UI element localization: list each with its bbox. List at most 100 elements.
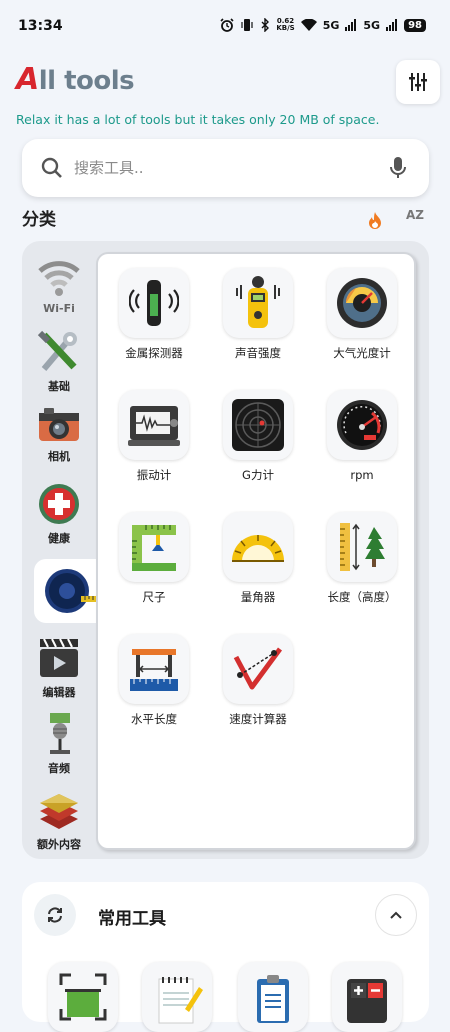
sidebar-item-label: 相机 <box>48 450 70 463</box>
tool-g-force[interactable]: G力计 <box>208 390 308 482</box>
sliders-icon <box>409 73 427 91</box>
tool-light-meter[interactable]: 大气光度计 <box>312 268 412 360</box>
tool-icon-box <box>119 634 189 704</box>
sidebar-item-label: Wi-Fi <box>43 302 75 315</box>
search-bar[interactable] <box>22 139 429 197</box>
app-title-logo-letter: A <box>16 62 39 97</box>
status-icons: 0.62 KB/S 5G 5G 98 <box>220 18 426 32</box>
speed-calculator-icon <box>233 647 283 690</box>
filter-settings-button[interactable] <box>396 60 440 104</box>
notepad-icon <box>158 977 203 1024</box>
g-force-radar-icon <box>232 399 284 451</box>
tool-label: 速度计算器 <box>229 712 287 726</box>
tool-metal-detector[interactable]: 金属探测器 <box>104 268 204 360</box>
tool-label: 量角器 <box>240 590 276 604</box>
tool-icon-box <box>119 268 189 338</box>
ruler-icon <box>132 525 176 571</box>
sound-meter-icon <box>236 276 280 328</box>
app-subtitle: Relax it has a lot of tools but it takes… <box>16 112 380 127</box>
fire-icon <box>369 212 381 229</box>
tools-icon <box>37 330 77 371</box>
clipboard-icon <box>257 975 289 1023</box>
wifi-icon <box>38 261 80 296</box>
refresh-icon <box>48 907 62 923</box>
sidebar-item-audio[interactable]: 音频 <box>22 711 96 785</box>
app-title-text: ll tools <box>38 66 135 96</box>
height-tree-icon <box>340 523 385 571</box>
tool-icon-box <box>327 268 397 338</box>
signal-bars-icon <box>386 19 398 31</box>
frequent-tool-clipboard[interactable] <box>238 962 308 1032</box>
seismograph-icon <box>128 406 180 446</box>
chevron-up-icon <box>390 911 402 919</box>
calculator-icon <box>347 979 387 1023</box>
tool-icon-box <box>223 390 293 460</box>
signal-5g-2: 5G <box>363 18 381 32</box>
sidebar-item-extras[interactable]: 额外内容 <box>22 787 96 861</box>
sidebar-item-label: 额外内容 <box>37 838 81 851</box>
frequent-tools-title: 常用工具 <box>98 909 166 929</box>
sidebar-item-health[interactable]: 健康 <box>22 481 96 555</box>
tool-label: 长度（高度） <box>327 590 397 604</box>
sidebar-item-label: 编辑器 <box>42 686 76 699</box>
tool-vibration-meter[interactable]: 振动计 <box>104 390 204 482</box>
battery-indicator: 98 <box>404 18 426 32</box>
video-editor-icon <box>40 638 78 677</box>
tool-icon-box <box>223 512 293 582</box>
extras-icon <box>40 794 78 829</box>
signal-5g-1: 5G <box>322 18 340 32</box>
sort-popular-button[interactable] <box>364 209 386 231</box>
sidebar-item-camera[interactable]: 相机 <box>22 405 96 479</box>
frequent-tool-scanner[interactable] <box>48 962 118 1032</box>
tool-label: 声音强度 <box>235 346 281 360</box>
tool-label: 金属探测器 <box>125 346 183 360</box>
tool-horizontal-length[interactable]: 水平长度 <box>104 634 204 726</box>
tool-label: G力计 <box>242 468 274 482</box>
search-icon <box>41 157 62 178</box>
microphone-icon[interactable] <box>389 156 407 180</box>
sidebar-item-editor[interactable]: 编辑器 <box>22 635 96 709</box>
frequent-tool-notepad[interactable] <box>142 962 212 1032</box>
tool-label: rpm <box>350 468 374 482</box>
sidebar-item-wifi[interactable]: Wi-Fi <box>22 253 96 327</box>
health-icon <box>39 484 79 524</box>
alarm-icon <box>220 18 234 32</box>
tool-sound-meter[interactable]: 声音强度 <box>208 268 308 360</box>
sidebar-item-basic[interactable]: 基础 <box>22 329 96 403</box>
wifi-status-icon <box>300 18 317 31</box>
tool-icon-box <box>223 634 293 704</box>
tool-ruler[interactable]: 尺子 <box>104 512 204 604</box>
refresh-button[interactable] <box>34 894 76 936</box>
tool-protractor[interactable]: 量角器 <box>208 512 308 604</box>
tool-icon-box <box>119 512 189 582</box>
categories-title: 分类 <box>22 210 56 230</box>
tool-speed-calculator[interactable]: 速度计算器 <box>208 634 308 726</box>
frequent-tool-calculator[interactable] <box>332 962 402 1032</box>
signal-bars-icon <box>345 19 357 31</box>
protractor-icon <box>232 535 284 562</box>
scanner-icon <box>59 973 107 1021</box>
sidebar-item-label: 健康 <box>48 532 70 545</box>
tool-label: 水平长度 <box>131 712 177 726</box>
vibrate-icon <box>241 19 253 31</box>
metal-detector-icon <box>129 280 179 326</box>
frequent-tools-section: 常用工具 <box>22 882 429 1032</box>
search-input[interactable] <box>74 153 374 183</box>
tool-label: 大气光度计 <box>333 346 391 360</box>
tool-label: 振动计 <box>136 468 172 482</box>
tool-icon-box <box>327 512 397 582</box>
tool-height[interactable]: 长度（高度） <box>312 512 412 604</box>
collapse-button[interactable] <box>375 894 417 936</box>
tool-icon-box <box>119 390 189 460</box>
sort-az-button[interactable]: AZ <box>406 208 424 222</box>
sidebar-item-label: 基础 <box>48 380 70 393</box>
tool-rpm[interactable]: rpm <box>312 390 412 482</box>
tools-grid: 金属探测器 声音强度 大气光度计 振动计 G力计 rpm 尺子 量角器 长度（高… <box>96 252 416 850</box>
bluetooth-icon <box>261 18 270 32</box>
microphone-icon <box>50 713 70 754</box>
sidebar-item-label: 音频 <box>48 762 70 775</box>
camera-icon <box>39 408 79 441</box>
app-title: All tools <box>16 62 135 97</box>
tool-icon-box <box>223 268 293 338</box>
light-meter-icon <box>337 278 387 328</box>
